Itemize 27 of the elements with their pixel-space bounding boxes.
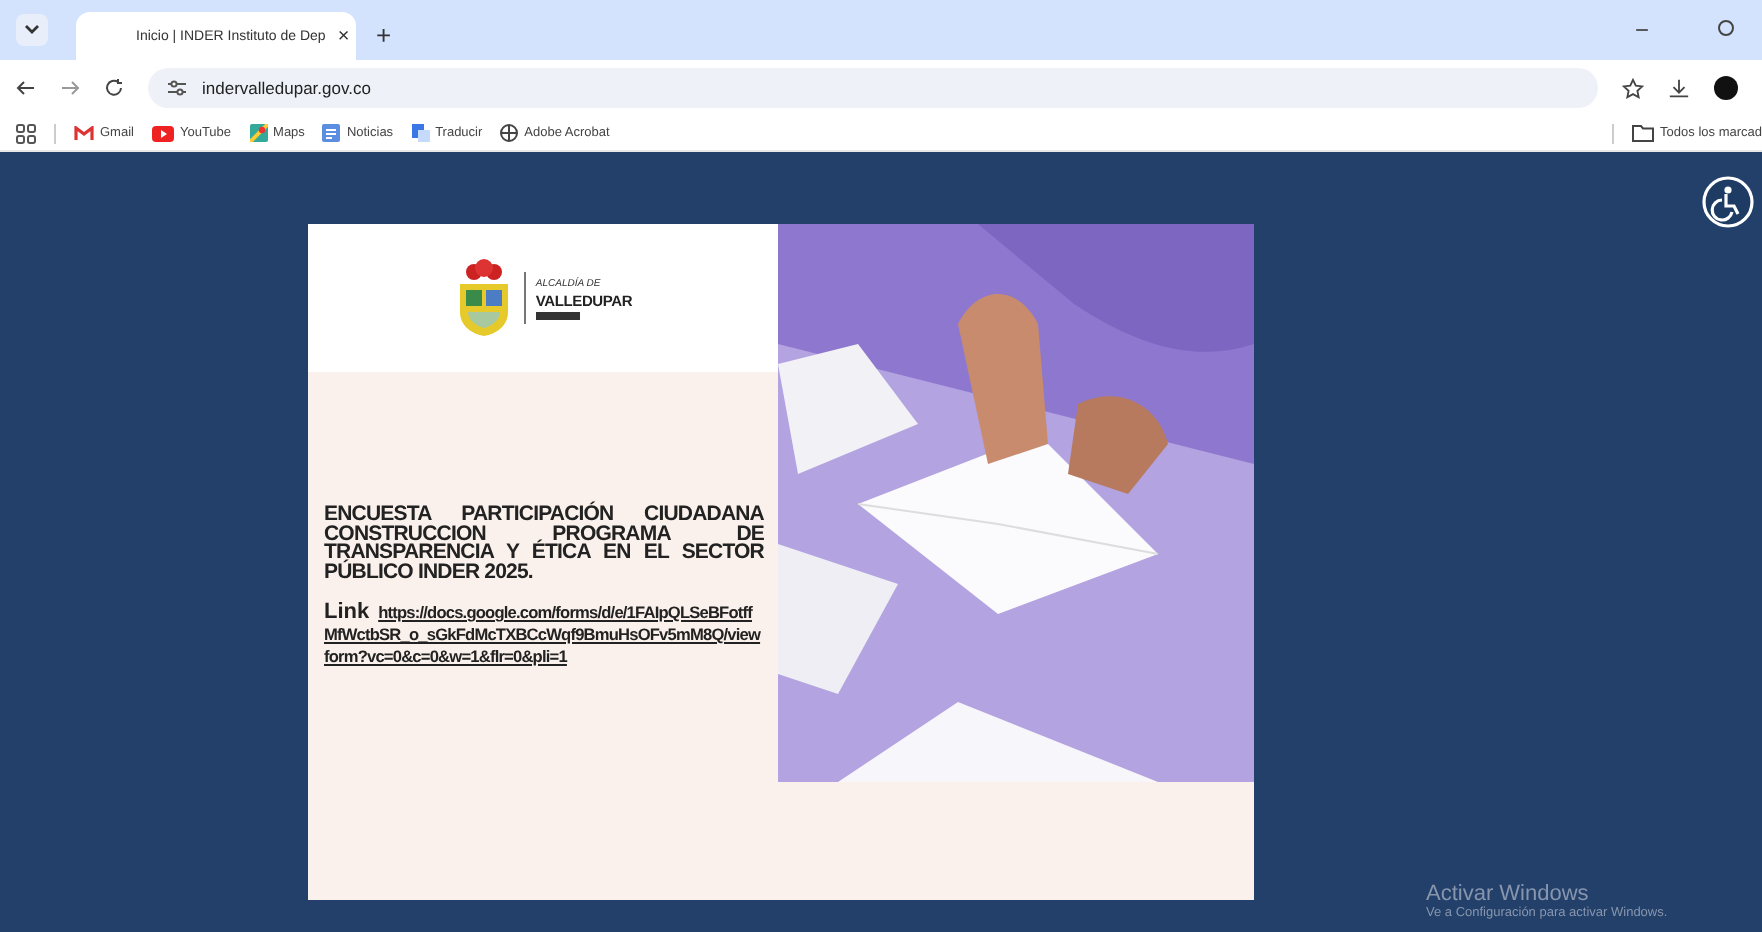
star-icon[interactable] [1622,77,1644,99]
site-settings-icon[interactable] [168,80,186,96]
play-icon [151,125,174,141]
chevron-down-icon [24,24,40,36]
download-icon[interactable] [1668,77,1690,99]
forward-icon[interactable] [60,78,80,98]
survey-link-text[interactable]: Link https://docs.google.com/forms/d/e/1FAIpQLSeBFotffMfWctbSR_o_sGkFdMcTXBCcWqf9BmuHsOFv5mM8Q/viewform?vc=0&c=0&w=1&flr=0&pli=1 [324,600,764,666]
accessibility-icon[interactable] [1702,176,1754,228]
address-field[interactable]: indervalledupar.gov.co [148,68,1598,108]
new-tab-button[interactable]: + [376,20,392,50]
minimize-button[interactable]: − [1606,16,1678,44]
survey-heading: ENCUESTA PARTICIPACIÓN CIUDADANA CONSTRUCCION PROGRAMA DE TRANSPARENCIA Y ÉTICA EN EL SECTOR PÚBLICO INDER 2025. [324,506,764,582]
close-tab-button[interactable]: × [337,25,350,47]
logo-badge [535,311,580,319]
profile-avatar[interactable] [1714,76,1738,100]
folder-icon [1632,124,1655,142]
activation-title: Activar Windows [1426,882,1591,906]
tab-menu-button[interactable] [16,14,48,46]
mail-icon [74,125,94,141]
translate-icon [411,124,430,142]
reload-icon[interactable] [104,78,124,98]
map-icon [249,124,268,142]
back-icon[interactable] [16,78,36,98]
apps-icon[interactable] [16,123,36,143]
restore-icon [1716,18,1736,38]
globe-icon [500,124,519,142]
newspaper-icon [322,124,341,142]
